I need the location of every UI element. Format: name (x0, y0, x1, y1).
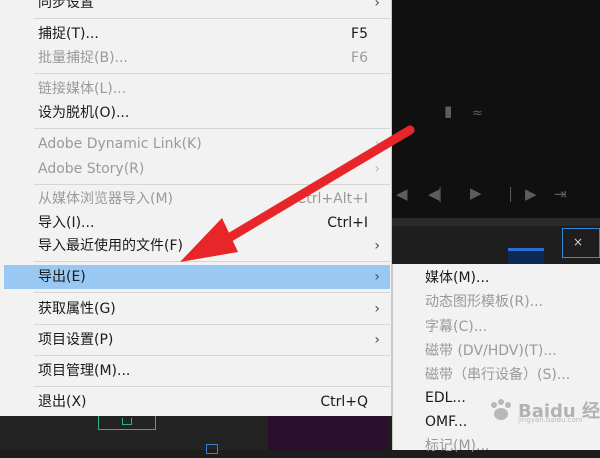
menu-divider (34, 128, 390, 129)
menu-item-label: 标记(M)... (425, 438, 490, 454)
submenu-item-tape-dv-hdv[interactable]: 磁带 (DV/HDV)(T)... (393, 339, 600, 363)
menu-item-label: 项目设置(P) (38, 332, 114, 348)
menu-divider (34, 73, 390, 74)
paw-icon (491, 399, 511, 420)
menu-divider (34, 355, 390, 356)
menu-item-link-media[interactable]: 链接媒体(L)... (4, 77, 390, 101)
play-icon[interactable]: ▶ (470, 186, 482, 201)
menu-item-export[interactable]: 导出(E) › (4, 265, 390, 289)
step-in-icon[interactable]: ◀ (396, 187, 408, 202)
menu-item-import-from-browser[interactable]: 从媒体浏览器导入(M) Ctrl+Alt+I (4, 187, 390, 211)
submenu-item-media[interactable]: 媒体(M)... (393, 266, 600, 290)
menu-divider (34, 18, 390, 19)
menu-item-label: 批量捕捉(B)... (38, 50, 128, 66)
menu-item-label: 项目管理(M)... (38, 363, 131, 379)
menu-item-shortcut: Ctrl+I (327, 215, 368, 231)
menu-item-project-manager[interactable]: 项目管理(M)... (4, 359, 390, 383)
menu-item-label: 动态图形模板(R)... (425, 294, 544, 310)
menu-item-shortcut: F5 (351, 26, 368, 42)
wave-icon[interactable]: ≈ (472, 107, 483, 120)
menu-item-shortcut: Ctrl+Alt+I (296, 191, 368, 207)
step-forward-icon[interactable]: ⎸▶ (510, 187, 537, 202)
chevron-right-icon: › (374, 161, 380, 177)
menu-divider (34, 292, 390, 293)
menu-item-get-properties[interactable]: 获取属性(G) › (4, 297, 390, 321)
program-monitor: ▮ ≈ ◀ ◀⎸ ▶ ⎸▶ ⇥ (390, 0, 600, 218)
menu-item-label: 磁带（串行设备）(S)... (425, 367, 571, 383)
menu-item-exit[interactable]: 退出(X) Ctrl+Q (4, 390, 390, 414)
selection-square (206, 444, 218, 454)
chevron-right-icon: › (374, 332, 380, 348)
menu-item-project-settings[interactable]: 项目设置(P) › (4, 328, 390, 352)
close-icon[interactable]: × (573, 235, 583, 249)
menu-item-label: 导入最近使用的文件(F) (38, 238, 183, 254)
go-to-out-icon[interactable]: ⇥ (554, 187, 567, 202)
menu-item-shortcut: F6 (351, 50, 368, 66)
chevron-right-icon: › (374, 0, 380, 11)
menu-divider (34, 261, 390, 262)
menu-item-label: 设为脱机(O)... (38, 105, 130, 121)
menu-item-dynamic-link[interactable]: Adobe Dynamic Link(K) › (4, 132, 390, 156)
menu-item-import-recent[interactable]: 导入最近使用的文件(F) › (4, 234, 390, 258)
menu-item-label: 同步设置 (38, 0, 94, 11)
chevron-right-icon: › (374, 238, 380, 254)
menu-item-label: OMF... (425, 414, 468, 430)
menu-item-label: 退出(X) (38, 394, 87, 410)
export-frame-icon[interactable]: ▮ (444, 104, 452, 119)
menu-item-label: Adobe Story(R) (38, 161, 145, 177)
menu-divider (34, 324, 390, 325)
menu-item-import[interactable]: 导入(I)... Ctrl+I (4, 211, 390, 235)
panel-tab[interactable]: × (562, 228, 600, 258)
watermark-url: jingyan.baidu.com (518, 416, 583, 424)
step-back-icon[interactable]: ◀⎸ (428, 187, 455, 202)
menu-item-label: EDL... (425, 390, 466, 406)
file-menu: 同步设置 › 捕捉(T)... F5 批量捕捉(B)... F6 链接媒体(L)… (0, 0, 392, 416)
menu-item-label: Adobe Dynamic Link(K) (38, 136, 202, 152)
menu-divider (34, 386, 390, 387)
menu-item-label: 捕捉(T)... (38, 26, 99, 42)
menu-divider (34, 184, 390, 185)
submenu-item-markers[interactable]: 标记(M)... (393, 434, 600, 458)
menu-item-label: 媒体(M)... (425, 270, 490, 286)
menu-item-sync-settings[interactable]: 同步设置 › (4, 0, 390, 15)
chevron-right-icon: › (374, 269, 380, 285)
menu-item-label: 导出(E) (38, 269, 86, 285)
menu-item-label: 链接媒体(L)... (38, 81, 127, 97)
monitor-divider (390, 218, 600, 226)
chevron-right-icon: › (374, 301, 380, 317)
menu-item-batch-capture[interactable]: 批量捕捉(B)... F6 (4, 46, 390, 70)
menu-item-label: 从媒体浏览器导入(M) (38, 191, 174, 207)
menu-item-label: 导入(I)... (38, 215, 95, 231)
menu-item-adobe-story[interactable]: Adobe Story(R) › (4, 157, 390, 181)
menu-item-label: 获取属性(G) (38, 301, 116, 317)
menu-item-shortcut: Ctrl+Q (320, 394, 368, 410)
chevron-right-icon: › (374, 136, 380, 152)
track-marker (122, 418, 132, 425)
submenu-item-captions[interactable]: 字幕(C)... (393, 315, 600, 339)
video-preview (268, 416, 388, 450)
menu-item-make-offline[interactable]: 设为脱机(O)... (4, 101, 390, 125)
submenu-item-motion-graphics-template[interactable]: 动态图形模板(R)... (393, 290, 600, 314)
submenu-item-tape-serial[interactable]: 磁带（串行设备）(S)... (393, 363, 600, 387)
menu-item-capture[interactable]: 捕捉(T)... F5 (4, 22, 390, 46)
menu-item-label: 字幕(C)... (425, 319, 488, 335)
menu-item-label: 磁带 (DV/HDV)(T)... (425, 343, 557, 359)
baidu-watermark: Baidu 经验 jingyan.baidu.com (488, 394, 600, 426)
